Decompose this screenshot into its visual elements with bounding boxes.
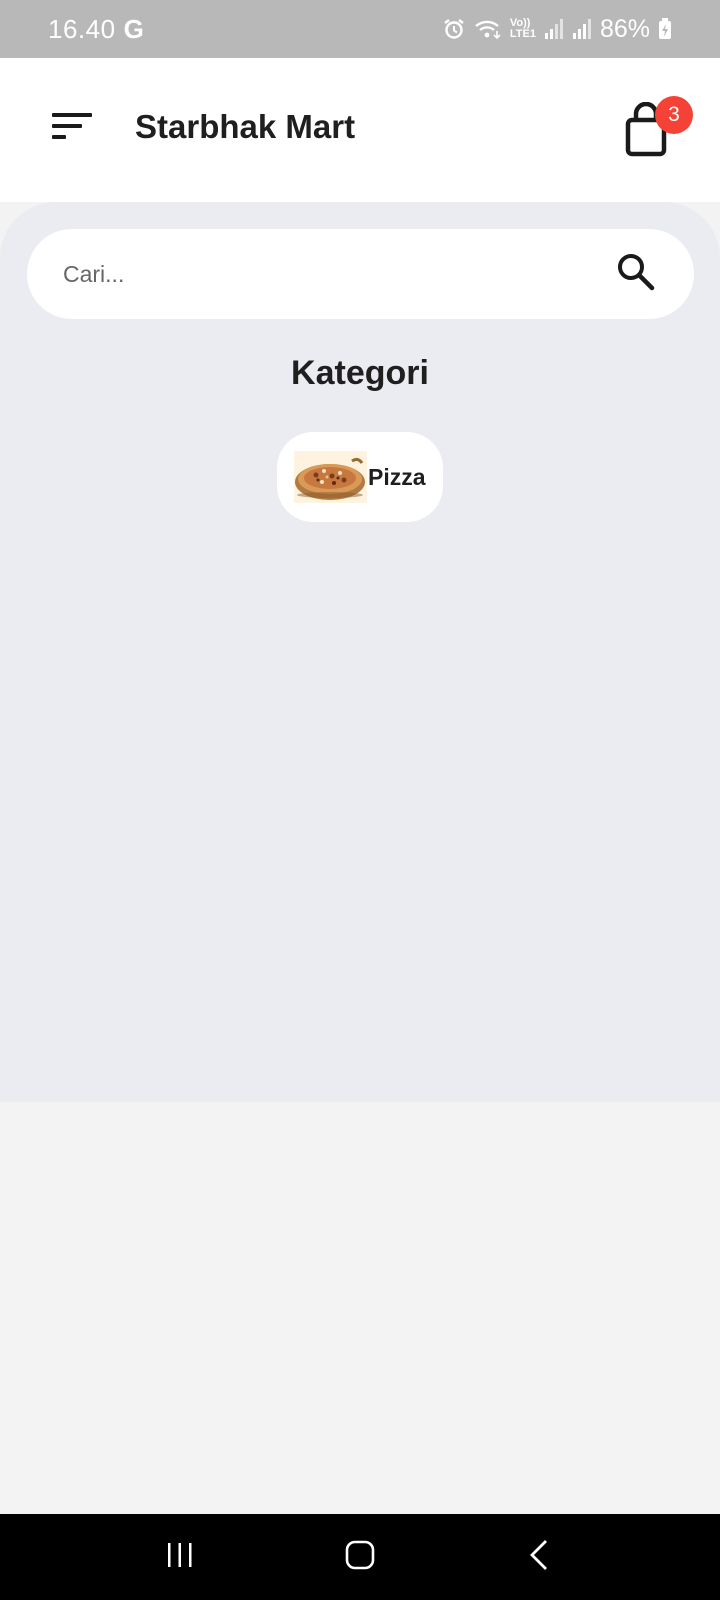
back-icon bbox=[528, 1539, 552, 1576]
app-bar: Starbhak Mart 3 bbox=[0, 58, 720, 202]
category-section-title: Kategori bbox=[291, 354, 429, 392]
home-button[interactable] bbox=[330, 1527, 390, 1587]
recent-apps-button[interactable] bbox=[150, 1527, 210, 1587]
alarm-icon bbox=[442, 17, 466, 41]
battery-percent: 86% bbox=[599, 14, 650, 43]
category-chip-pizza[interactable]: Pizza bbox=[277, 432, 443, 522]
battery-charging-icon bbox=[658, 18, 672, 40]
status-bar: 16.40 G Vo)) LTE1 86% bbox=[0, 0, 720, 58]
search-input[interactable] bbox=[63, 260, 614, 288]
signal-icon bbox=[544, 18, 564, 40]
sort-menu-icon bbox=[50, 110, 94, 147]
signal-icon bbox=[572, 18, 592, 40]
wifi-icon bbox=[474, 17, 502, 41]
content-panel: Kategori Pizza bbox=[0, 202, 720, 1102]
status-right: Vo)) LTE1 86% bbox=[442, 15, 672, 44]
back-button[interactable] bbox=[510, 1527, 570, 1587]
category-label: Pizza bbox=[368, 463, 426, 490]
recent-apps-icon bbox=[165, 1540, 195, 1575]
shopping-bag-icon bbox=[620, 101, 672, 164]
navigation-bar bbox=[0, 1514, 720, 1600]
google-icon: G bbox=[123, 13, 144, 44]
home-icon bbox=[344, 1539, 376, 1576]
status-left: 16.40 G bbox=[48, 14, 144, 45]
cart-count-badge: 3 bbox=[655, 96, 693, 134]
pizza-image bbox=[294, 451, 367, 503]
search-icon bbox=[616, 252, 656, 297]
volte-icon: Vo)) LTE1 bbox=[510, 18, 536, 40]
search-button[interactable] bbox=[614, 252, 658, 296]
app-title: Starbhak Mart bbox=[135, 108, 356, 145]
status-time: 16.40 bbox=[48, 13, 116, 44]
volte-line2: LTE1 bbox=[509, 28, 536, 40]
search-bar bbox=[27, 229, 694, 319]
menu-button[interactable] bbox=[44, 100, 100, 156]
